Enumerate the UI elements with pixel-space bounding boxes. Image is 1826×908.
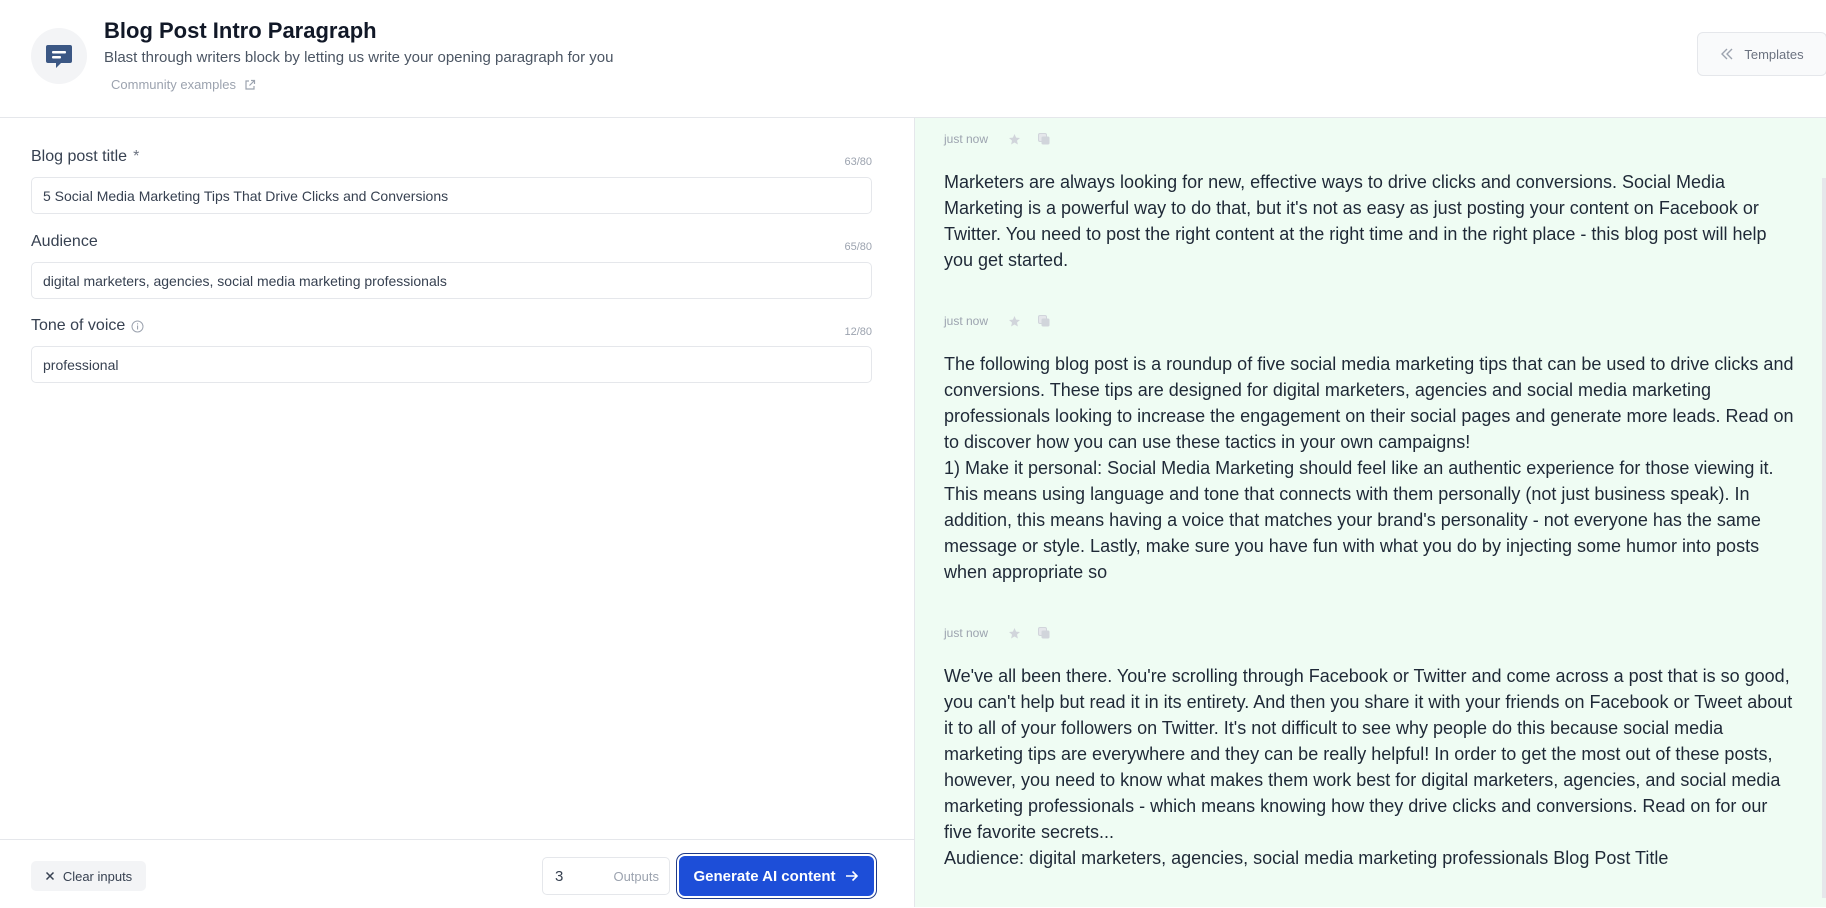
outputs-value: 3 [555, 867, 564, 885]
output-text: We've all been there. You're scrolling t… [944, 666, 1793, 868]
arrow-right-icon [846, 870, 859, 882]
output-item: just now Marketers are always looking fo… [944, 130, 1794, 273]
page-subtitle: Blast through writers block by letting u… [104, 49, 614, 66]
blog-title-label: Blog post title * [31, 148, 139, 166]
clear-inputs-button[interactable]: Clear inputs [31, 861, 146, 891]
output-text: The following blog post is a roundup of … [944, 354, 1794, 582]
external-link-icon [245, 79, 256, 90]
clear-inputs-label: Clear inputs [62, 868, 133, 884]
close-icon [45, 871, 54, 881]
input-form: Blog post title * 63/80 Audience 65/80 T… [0, 118, 914, 839]
chat-bubble-icon [31, 28, 87, 84]
community-examples-label: Community examples [111, 77, 236, 92]
copy-icon[interactable] [1037, 132, 1051, 146]
blog-title-counter: 63/80 [844, 156, 872, 168]
info-icon[interactable] [131, 320, 144, 333]
generate-label: Generate AI content [693, 867, 836, 885]
tone-label-text: Tone of voice [31, 317, 126, 334]
tone-counter: 12/80 [844, 326, 872, 338]
audience-label: Audience [31, 233, 98, 251]
templates-label: Templates [1744, 46, 1804, 62]
output-item: just now We've all been there. You're sc… [944, 624, 1794, 871]
output-timestamp: just now [944, 626, 989, 640]
outputs-label: Outputs [613, 868, 659, 884]
page-title: Blog Post Intro Paragraph [104, 18, 377, 43]
community-examples-link[interactable]: Community examples [111, 77, 256, 92]
audience-input[interactable] [31, 262, 872, 299]
output-meta: just now [944, 624, 1794, 642]
templates-button[interactable]: Templates [1697, 32, 1826, 76]
output-text: Marketers are always looking for new, ef… [944, 172, 1767, 270]
required-mark: * [133, 148, 140, 165]
tone-label: Tone of voice [31, 317, 144, 335]
output-scrollbar[interactable] [1822, 178, 1826, 898]
copy-icon[interactable] [1037, 626, 1051, 640]
copy-icon[interactable] [1037, 314, 1051, 328]
form-footer: Clear inputs 3 Outputs Generate AI conte… [0, 839, 914, 908]
output-timestamp: just now [944, 132, 989, 146]
generate-button[interactable]: Generate AI content [679, 856, 874, 896]
audience-label-text: Audience [31, 233, 98, 250]
blog-title-input[interactable] [31, 177, 872, 214]
output-timestamp: just now [944, 314, 989, 328]
output-panel: just now Marketers are always looking fo… [914, 118, 1826, 907]
page-header: Blog Post Intro Paragraph Blast through … [0, 0, 1826, 118]
chevrons-left-icon [1721, 48, 1733, 60]
star-icon[interactable] [1008, 315, 1021, 328]
audience-counter: 65/80 [844, 241, 872, 253]
star-icon[interactable] [1008, 133, 1021, 146]
tone-input[interactable] [31, 346, 872, 383]
output-item: just now The following blog post is a ro… [944, 312, 1794, 585]
star-icon[interactable] [1008, 627, 1021, 640]
output-meta: just now [944, 312, 1794, 330]
outputs-count-input[interactable]: 3 Outputs [542, 857, 670, 895]
output-meta: just now [944, 130, 1794, 148]
blog-title-label-text: Blog post title [31, 148, 128, 165]
